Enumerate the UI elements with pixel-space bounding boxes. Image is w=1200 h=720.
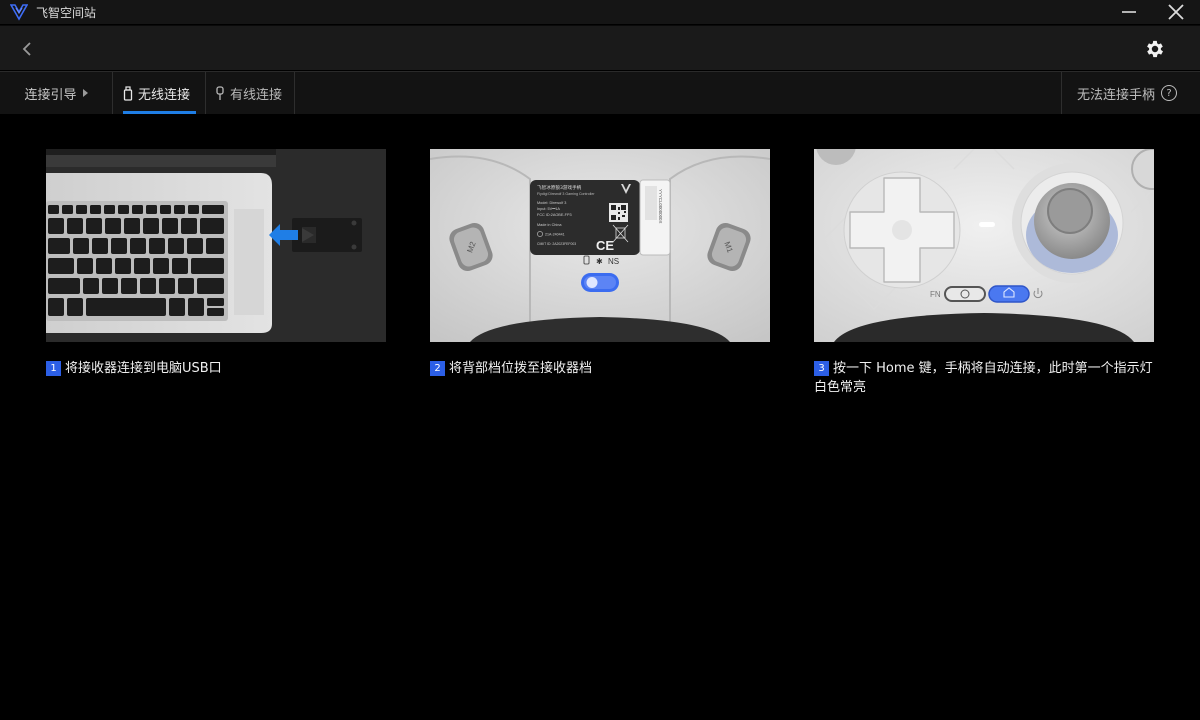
step-3-caption: 3 按一下 Home 键，手柄将自动连接，此时第一个指示灯白色常亮 (814, 359, 1159, 397)
title-bar: 飞智空间站 (0, 0, 1200, 24)
close-button[interactable] (1161, 0, 1191, 24)
label-fcc: FCC ID:2AOBE-FP3 (537, 213, 572, 217)
step-2-text: 将背部档位拨至接收器档 (449, 361, 593, 376)
label-input: Input: 5V⎓1A (537, 207, 560, 211)
step-1-caption: 1 将接收器连接到电脑USB口 (46, 359, 391, 378)
nav-bar (0, 25, 1200, 70)
tab-wired-label: 有线连接 (230, 87, 283, 103)
step-3-illustration: FN (814, 149, 1154, 342)
step-1-number-badge: 1 (46, 361, 61, 376)
active-tab-indicator (123, 111, 196, 114)
label-model: Model: Direwolf 3 (537, 201, 566, 205)
bluetooth-mode-icon: ✱ (596, 257, 603, 266)
tab-wireless[interactable]: 无线连接 (114, 72, 206, 114)
label-cmiit: CMIIT ID: 2A2023FEF003 (537, 242, 576, 246)
step-2-illustration: M2 M1 飞智冰原狼3游戏手柄 Flydigi Direwolf 3 Gami… (430, 149, 770, 342)
flydigi-logo-icon (10, 4, 28, 21)
label-serial: 21A-240441 (545, 233, 565, 237)
step-2-number-badge: 2 (430, 361, 445, 376)
label-brand-line: 飞智冰原狼3游戏手柄 (537, 184, 582, 191)
ns-mode-label: NS (608, 257, 619, 266)
tab-wireless-label: 无线连接 (138, 87, 191, 103)
back-arrow-icon (22, 42, 31, 56)
tab-connection-guide-label: 连接引导 (24, 87, 77, 103)
minimize-icon (1122, 11, 1136, 13)
question-circle-icon: ? (1161, 85, 1178, 101)
cable-icon (215, 85, 225, 101)
indicator-light (979, 222, 995, 227)
step-1-illustration (46, 149, 386, 342)
label-side-code: YYYCL0000000X (658, 189, 663, 223)
label-model-line: Flydigi Direwolf 3 Gaming Controller (537, 192, 595, 196)
fn-button (944, 286, 986, 302)
back-button[interactable] (14, 36, 40, 62)
gear-icon (1147, 40, 1163, 58)
close-icon (1168, 4, 1184, 20)
cannot-connect-help-link[interactable]: 无法连接手柄 ? (1061, 72, 1200, 114)
settings-button[interactable] (1142, 36, 1168, 62)
step-3-text: 按一下 Home 键，手柄将自动连接，此时第一个指示灯白色常亮 (814, 361, 1153, 395)
step-3-number-badge: 3 (814, 361, 829, 376)
tab-connection-guide[interactable]: 连接引导 (0, 72, 113, 114)
tab-bar: 连接引导 无线连接 有线连接 无法连接手柄 ? (0, 71, 1200, 114)
app-title: 飞智空间站 (36, 6, 97, 20)
usb-receiver-icon (123, 85, 133, 101)
minimize-button[interactable] (1114, 0, 1144, 24)
fn-label: FN (930, 290, 941, 299)
help-link-label: 无法连接手柄 (1077, 87, 1156, 103)
ce-mark: CE (596, 238, 614, 253)
step-1-text: 将接收器连接到电脑USB口 (65, 361, 222, 376)
tab-wired[interactable]: 有线连接 (207, 72, 295, 114)
step-2-caption: 2 将背部档位拨至接收器档 (430, 359, 775, 378)
label-made-in: Made in China (537, 223, 562, 227)
caret-right-icon (82, 89, 88, 97)
